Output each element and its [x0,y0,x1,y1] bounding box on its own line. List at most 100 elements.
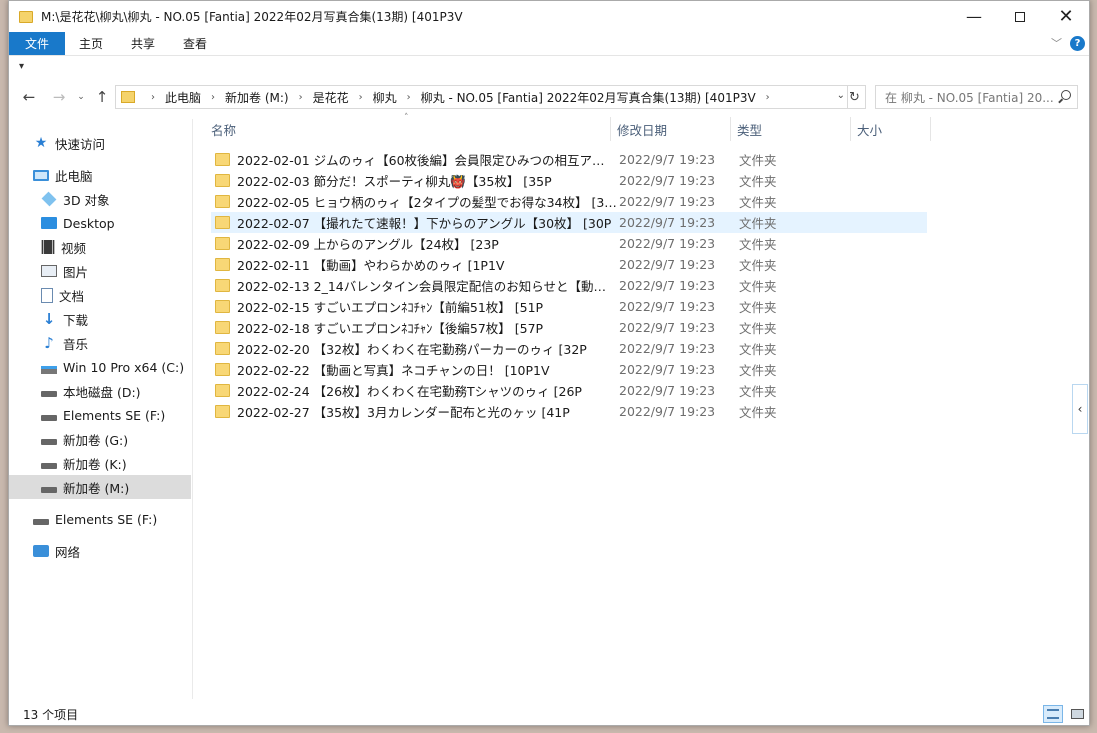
file-name[interactable]: 2022-02-20 【32枚】わくわく在宅勤務パーカーのゥィ [32P [237,339,617,358]
maximize-button[interactable] [997,1,1043,32]
file-name[interactable]: 2022-02-18 すごいエプロンﾈｺﾁｬﾝ【後編57枚】 [57P [237,318,617,337]
sidebar-item-drive-c[interactable]: Win 10 Pro x64 (C:) [9,355,191,379]
file-row[interactable]: 2022-02-13 2_14バレンタイン会員限定配信のお知らせと【動画】...… [211,275,927,296]
refresh-button[interactable]: ↻ [844,85,866,109]
large-icons-view-button[interactable] [1067,705,1087,723]
tab-file[interactable]: 文件 [9,32,66,55]
breadcrumb-separator-icon[interactable]: › [299,92,303,103]
desktop-icon [41,217,57,229]
file-name[interactable]: 2022-02-07 【撮れたて速報！】下からのアングル【30枚】 [30P [237,213,617,232]
sidebar-item-label: 视频 [61,240,87,256]
file-row[interactable]: 2022-02-01 ジムのゥィ【60枚後編】会員限定ひみつの相互アカウ... … [211,149,927,170]
sidebar-item-downloads[interactable]: ↓ 下载 [9,307,191,331]
minimize-button[interactable]: — [951,1,997,32]
file-type: 文件夹 [739,258,777,273]
breadcrumb-separator-icon[interactable]: › [211,92,215,103]
pictures-icon [41,265,57,277]
item-count: 13 个项目 [23,707,79,722]
file-row[interactable]: 2022-02-20 【32枚】わくわく在宅勤務パーカーのゥィ [32P 202… [211,338,927,359]
file-row[interactable]: 2022-02-09 上からのアングル【24枚】 [23P 2022/9/7 1… [211,233,927,254]
sidebar-item-label: 本地磁盘 (D:) [63,384,141,400]
file-type: 文件夹 [739,363,777,378]
address-bar[interactable]: › 此电脑 › 新加卷 (M:) › 是花花 › 柳丸 › 柳丸 - NO.05… [115,85,848,109]
help-button[interactable]: ? [1070,35,1085,51]
column-divider[interactable] [610,117,611,141]
sidebar-item-documents[interactable]: 文档 [9,283,191,307]
tab-home[interactable]: 主页 [65,32,117,55]
file-row[interactable]: 2022-02-11 【動画】やわらかめのゥィ [1P1V 2022/9/7 1… [211,254,927,275]
file-date: 2022/9/7 19:23 [619,299,716,314]
file-date: 2022/9/7 19:23 [619,152,716,167]
sidebar-item-drive-m[interactable]: 新加卷 (M:) [9,475,191,499]
sidebar-item-3d-objects[interactable]: 3D 对象 [9,187,191,211]
details-view-button[interactable] [1043,705,1063,723]
sidebar-item-drive-g[interactable]: 新加卷 (G:) [9,427,191,451]
breadcrumb-folder-2[interactable]: 柳丸 [373,89,397,106]
column-header-name[interactable]: 名称 [211,117,607,141]
download-icon: ↓ [42,310,56,328]
sidebar-item-drive-k[interactable]: 新加卷 (K:) [9,451,191,475]
sidebar-item-pictures[interactable]: 图片 [9,259,191,283]
column-header-modified[interactable]: 修改日期 [617,117,727,141]
file-name[interactable]: 2022-02-24 【26枚】わくわく在宅勤務Tシャツのゥィ [26P [237,381,617,400]
maximize-icon [1015,11,1025,22]
sidebar-item-music[interactable]: ♪ 音乐 [9,331,191,355]
file-name[interactable]: 2022-02-01 ジムのゥィ【60枚後編】会員限定ひみつの相互アカウ... [237,150,617,169]
tab-share[interactable]: 共享 [117,32,169,55]
expand-ribbon-icon[interactable]: ﹀ [1051,35,1062,51]
file-name[interactable]: 2022-02-11 【動画】やわらかめのゥィ [1P1V [237,255,617,274]
forward-button[interactable]: → [49,85,69,109]
file-row[interactable]: 2022-02-27 【35枚】3月カレンダー配布と光のヶッ [41P 2022… [211,401,927,422]
file-date: 2022/9/7 19:23 [619,320,716,335]
file-row[interactable]: 2022-02-05 ヒョウ柄のゥィ【2タイプの髪型でお得な34枚】 [34P … [211,191,927,212]
column-header-size[interactable]: 大小 [857,117,927,141]
sidebar-item-quick-access[interactable]: ★ 快速访问 [9,131,191,155]
file-name[interactable]: 2022-02-22 【動画と写真】ネコチャンの日！ [10P1V [237,360,617,379]
chevron-left-icon[interactable]: ‹ [1072,384,1088,434]
column-divider[interactable] [930,117,931,141]
file-row[interactable]: 2022-02-24 【26枚】わくわく在宅勤務Tシャツのゥィ [26P 202… [211,380,927,401]
breadcrumb-separator-icon[interactable]: › [407,92,411,103]
file-name[interactable]: 2022-02-03 節分だ！スポーティ柳丸👹【35枚】 [35P [237,171,617,190]
search-placeholder[interactable]: 在 柳丸 - NO.05 [Fantia] 20... [885,89,1057,106]
file-row[interactable]: 2022-02-03 節分だ！スポーティ柳丸👹【35枚】 [35P 2022/9… [211,170,927,191]
file-row[interactable]: 2022-02-22 【動画と写真】ネコチャンの日！ [10P1V 2022/9… [211,359,927,380]
file-name[interactable]: 2022-02-15 すごいエプロンﾈｺﾁｬﾝ【前編51枚】 [51P [237,297,617,316]
breadcrumb-current-folder[interactable]: 柳丸 - NO.05 [Fantia] 2022年02月写真合集(13期) [4… [421,89,756,106]
column-divider[interactable] [730,117,731,141]
file-type: 文件夹 [739,216,777,231]
file-row[interactable]: 2022-02-15 すごいエプロンﾈｺﾁｬﾝ【前編51枚】 [51P 2022… [211,296,927,317]
breadcrumb-separator-icon[interactable]: › [151,92,155,103]
file-name[interactable]: 2022-02-13 2_14バレンタイン会員限定配信のお知らせと【動画】... [237,276,617,295]
breadcrumb-folder-1[interactable]: 是花花 [313,89,349,106]
back-button[interactable]: ← [19,85,39,109]
window-title: M:\是花花\柳丸\柳丸 - NO.05 [Fantia] 2022年02月写真… [41,10,463,24]
sidebar-item-desktop[interactable]: Desktop [9,211,191,235]
sidebar-item-label: 新加卷 (M:) [63,480,130,496]
up-button[interactable]: ↑ [93,85,111,109]
details-view-icon [1047,709,1059,719]
file-name[interactable]: 2022-02-27 【35枚】3月カレンダー配布と光のヶッ [41P [237,402,617,421]
breadcrumb-drive-m[interactable]: 新加卷 (M:) [225,89,289,106]
file-row[interactable]: 2022-02-18 すごいエプロンﾈｺﾁｬﾝ【後編57枚】 [57P 2022… [211,317,927,338]
sidebar-item-label: 此电脑 [55,168,93,184]
file-name[interactable]: 2022-02-09 上からのアングル【24枚】 [23P [237,234,617,253]
sidebar-item-drive-f[interactable]: Elements SE (F:) [9,403,191,427]
customize-toolbar-icon[interactable]: ▾ [19,61,24,72]
column-header-type[interactable]: 类型 [737,117,847,141]
breadcrumb-separator-icon[interactable]: › [359,92,363,103]
close-button[interactable]: ✕ [1043,1,1089,32]
search-box[interactable]: 在 柳丸 - NO.05 [Fantia] 20... [875,85,1078,109]
sidebar-item-videos[interactable]: 视频 [9,235,191,259]
column-divider[interactable] [850,117,851,141]
sidebar-item-drive-d[interactable]: 本地磁盘 (D:) [9,379,191,403]
sidebar-item-elements-se[interactable]: Elements SE (F:) [9,507,191,531]
file-name[interactable]: 2022-02-05 ヒョウ柄のゥィ【2タイプの髪型でお得な34枚】 [34P [237,192,617,211]
tab-view[interactable]: 查看 [169,32,221,55]
file-row[interactable]: 2022-02-07 【撮れたて速報！】下からのアングル【30枚】 [30P 2… [211,212,927,233]
recent-locations-icon[interactable]: ⌄ [75,85,87,109]
sidebar-item-network[interactable]: 网络 [9,539,191,563]
breadcrumb-this-pc[interactable]: 此电脑 [165,89,201,106]
sidebar-item-this-pc[interactable]: 此电脑 [9,163,191,187]
breadcrumb-separator-icon[interactable]: › [766,92,770,103]
